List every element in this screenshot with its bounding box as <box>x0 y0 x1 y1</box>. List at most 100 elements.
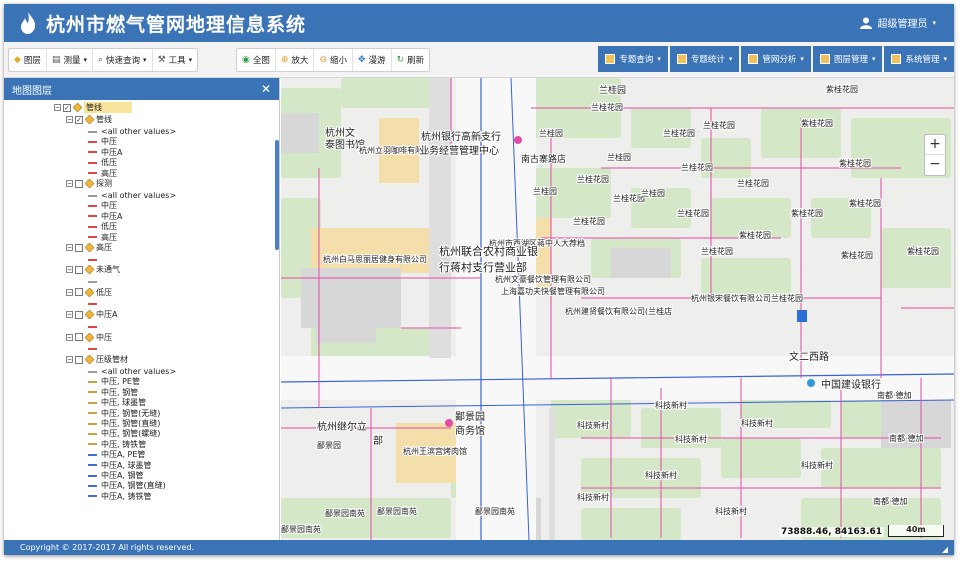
user-menu[interactable]: 超级管理员 ▾ <box>860 15 936 30</box>
map-label: 科技新村 <box>577 420 609 430</box>
layer-tree-item[interactable]: 中压, 钢管(直缝) <box>88 418 160 429</box>
layer-tree-item[interactable]: 中压, 钢管(螺缝) <box>88 428 160 439</box>
layer-tree-item[interactable]: 中压A, 球墨管 <box>88 460 152 471</box>
layer-tree-item[interactable]: − ✓ 管线 <box>66 114 112 125</box>
layer-checkbox[interactable] <box>75 333 83 342</box>
chevron-down-icon: ▾ <box>83 56 87 64</box>
toolbar-button-label: 快速查询 <box>106 56 141 66</box>
menu-2[interactable]: 管网分析 ▾ <box>741 46 811 72</box>
layer-tree-item[interactable]: − 压级管材 <box>66 354 128 365</box>
zoom-out-button[interactable]: − <box>925 155 945 175</box>
layer-tree-item[interactable]: 中压A, 钢管 <box>88 470 144 481</box>
layer-tree-item[interactable]: 中压, 球墨管 <box>88 397 146 408</box>
layer-tree-item[interactable]: 中压A, PE管 <box>88 449 145 460</box>
layer-tree-item[interactable]: 高压 <box>88 168 117 179</box>
layer-checkbox[interactable]: ✓ <box>75 115 83 124</box>
collapse-toggle[interactable]: − <box>66 311 73 319</box>
layer-tree-item[interactable] <box>88 321 101 332</box>
layer-tree-item[interactable]: − 低压 <box>66 287 112 298</box>
toolbar-button-label: 漫游 <box>368 56 386 66</box>
toolbar-button-tools[interactable]: ⚒ 工具 ▾ <box>153 49 198 71</box>
layer-checkbox[interactable] <box>75 243 83 252</box>
layer-tree-scrollbar[interactable] <box>275 140 279 250</box>
map-label: 科技新村 <box>655 400 687 410</box>
toolbar-button-zoom-in[interactable]: ⊕ 放大 <box>276 49 315 71</box>
layer-label: 高压 <box>96 243 112 252</box>
collapse-toggle[interactable]: − <box>66 244 73 251</box>
menu-icon <box>676 54 687 64</box>
layer-checkbox[interactable] <box>75 288 83 297</box>
zoom-in-button[interactable]: + <box>925 135 945 155</box>
layer-tree-item[interactable]: − 中压A <box>66 309 117 320</box>
layer-tree-item[interactable]: 中压, 钢管 <box>88 387 138 398</box>
toolbar-button-pan[interactable]: ✥ 漫游 <box>353 49 392 71</box>
layer-tree-item[interactable]: <all other values> <box>88 126 176 137</box>
collapse-toggle[interactable]: − <box>66 116 73 123</box>
menu-0[interactable]: 专题查询 ▾ <box>598 46 668 72</box>
layer-tree-item[interactable]: <all other values> <box>88 190 176 201</box>
layer-label: 高压 <box>101 232 117 242</box>
layer-tree-item[interactable]: − 中压 <box>66 332 112 343</box>
layer-tree-item[interactable] <box>88 299 101 310</box>
legend-symbol <box>88 130 97 133</box>
collapse-toggle[interactable]: − <box>66 266 73 274</box>
toolbar-button-label: 放大 <box>291 56 309 66</box>
layer-tree-item[interactable]: 高压 <box>88 232 117 243</box>
layer-tree-item[interactable] <box>88 276 101 287</box>
layer-checkbox[interactable] <box>75 310 83 319</box>
layer-label: 中压 <box>101 137 117 147</box>
layer-tree-item[interactable]: 中压, PE管 <box>88 376 140 387</box>
layer-tree-item[interactable]: 中压 <box>88 200 117 211</box>
toolbar-button-globe[interactable]: ◉ 全图 <box>237 49 276 71</box>
layer-checkbox[interactable] <box>75 355 83 364</box>
layer-label: 管线 <box>96 115 112 124</box>
map-label: 南都·德加 <box>873 496 908 506</box>
layer-tree-item[interactable] <box>88 254 101 265</box>
green-area <box>701 258 791 298</box>
layer-checkbox[interactable] <box>75 179 83 188</box>
close-icon[interactable]: ✕ <box>261 82 271 96</box>
layer-tree-item[interactable]: 低压 <box>88 157 117 168</box>
layer-checkbox[interactable]: ✓ <box>63 103 71 112</box>
layer-tree-item[interactable]: − 未通气 <box>66 264 120 275</box>
layer-tree-item[interactable]: 中压A, 铸铁管 <box>88 491 152 502</box>
green-area <box>721 438 801 478</box>
toolbar-button-zoom-out[interactable]: ⊖ 缩小 <box>314 49 353 71</box>
collapse-toggle[interactable]: − <box>66 356 73 363</box>
layer-tree-item[interactable]: − 探测 <box>66 178 112 189</box>
chevron-down-icon: ▾ <box>728 55 733 63</box>
layer-tree-item[interactable]: − ✓ 管线 <box>54 102 132 113</box>
refresh-icon: ↻ <box>396 54 405 65</box>
layer-tree-item[interactable]: 中压A, 钢管(直缝) <box>88 480 166 491</box>
legend-symbol <box>88 464 97 467</box>
menu-3[interactable]: 图层管理 ▾ <box>812 46 883 72</box>
layer-tree-item[interactable]: 中压, 铸铁管 <box>88 439 146 450</box>
layer-tree-item[interactable]: 中压 <box>88 136 117 147</box>
toolbar-button-measure[interactable]: ▤ 测量 ▾ <box>47 49 93 71</box>
map-label: 兰桂花园 <box>681 162 713 172</box>
toolbar-button-layers[interactable]: ◆ 图层 <box>9 49 47 71</box>
collapse-toggle[interactable]: − <box>66 288 73 296</box>
toolbar-button-search[interactable]: ⌕ 快速查询 ▾ <box>93 49 153 71</box>
layer-tree-item[interactable]: 低压 <box>88 221 117 232</box>
layer-tree-item[interactable]: 中压, 钢管(无缝) <box>88 408 160 419</box>
layer-tree-item[interactable]: − 高压 <box>66 242 112 253</box>
map-canvas[interactable]: 兰桂园 紫桂花园杭州文泰图书馆杭州立羽咖啡有限公司杭州银行高新支行业务经营管理中心… <box>281 78 954 540</box>
collapse-toggle[interactable]: − <box>66 333 73 341</box>
menu-label: 管网分析 <box>762 55 797 65</box>
collapse-toggle[interactable]: − <box>66 180 73 187</box>
map-label: 鄙景园南苑 <box>475 506 515 516</box>
map-view[interactable]: 兰桂园 紫桂花园 杭州文 泰图书馆 杭州立羽咖啡有限公司 杭州银行高新支行 业务经营管理中心… <box>281 78 954 540</box>
layer-tree-item[interactable] <box>88 344 101 355</box>
layer-tree-item[interactable]: 中压A <box>88 211 122 222</box>
map-label: 鄙景园南苑 <box>325 508 365 518</box>
menu-1[interactable]: 专题统计 ▾ <box>669 46 740 72</box>
collapse-toggle[interactable]: − <box>54 104 61 111</box>
layer-icon <box>84 309 95 320</box>
chevron-down-icon: ▾ <box>657 55 661 63</box>
layer-tree-item[interactable]: 中压A <box>88 147 122 158</box>
layer-tree-item[interactable]: <all other values> <box>88 366 176 377</box>
menu-4[interactable]: 系统管理 ▾ <box>884 46 954 72</box>
layer-checkbox[interactable] <box>75 265 83 274</box>
toolbar-button-refresh[interactable]: ↻ 刷新 <box>392 49 430 71</box>
